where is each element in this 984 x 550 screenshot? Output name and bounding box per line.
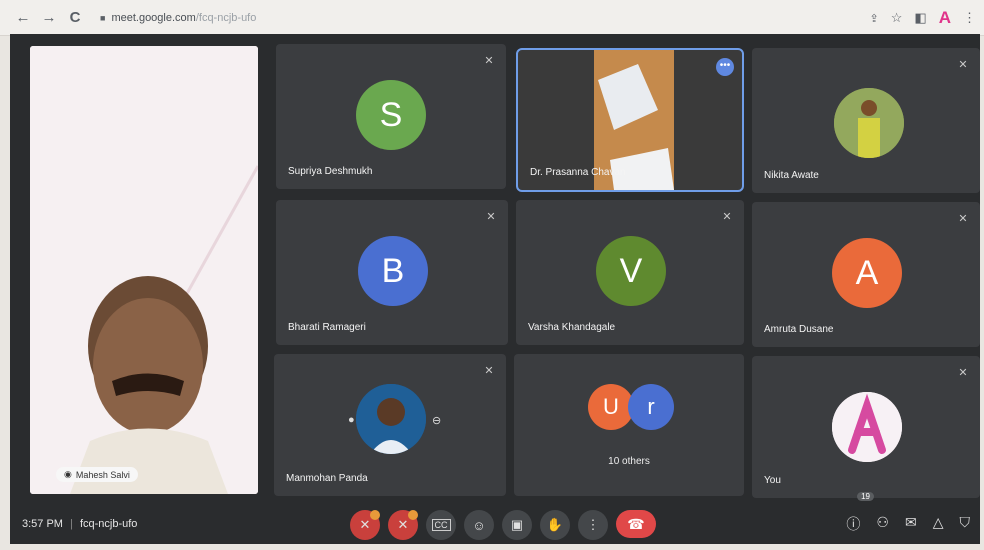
profile-icon[interactable]: A: [939, 8, 951, 28]
avatar: A: [832, 238, 902, 308]
participant-name: Dr. Prasanna Chavan: [530, 167, 626, 178]
meeting-control-bar: 3:57 PM | fcq-ncjb-ufo ✕ ✕ CC ☺ ▣ ✋ ⋮ ☎ …: [10, 492, 980, 544]
avatar-photo: [834, 88, 904, 158]
pin-icon: ◉: [64, 469, 72, 479]
browser-toolbar: ← → C ■ meet.google.com/fcq-ncjb-ufo ⇪ ☆…: [0, 0, 984, 36]
share-icon[interactable]: ⇪: [870, 12, 879, 25]
participant-tile[interactable]: ✕ S Supriya Deshmukh: [276, 44, 506, 189]
back-icon[interactable]: ←: [12, 7, 34, 29]
remove-icon[interactable]: ⊖: [432, 414, 441, 427]
participant-name: Supriya Deshmukh: [288, 166, 373, 177]
participant-count-badge: 19: [857, 492, 874, 501]
mute-icon[interactable]: ●: [348, 414, 355, 426]
activities-icon[interactable]: △: [933, 514, 944, 534]
leave-call-button[interactable]: ☎: [616, 510, 656, 538]
self-avatar: [832, 392, 902, 462]
avatar: B: [358, 236, 428, 306]
participant-tile[interactable]: ✕ B Bharati Ramageri: [276, 200, 508, 345]
others-count-label: 10 others: [608, 456, 650, 467]
reload-icon[interactable]: C: [64, 7, 86, 29]
panel-icon[interactable]: ◧: [914, 10, 926, 26]
others-tile[interactable]: U r 10 others: [514, 354, 744, 496]
people-icon[interactable]: ⚇: [876, 514, 889, 534]
url-path: /fcq-ncjb-ufo: [195, 11, 257, 24]
participant-tile[interactable]: ✕ Nikita Awate: [752, 48, 980, 193]
camera-off-icon: ✕: [397, 517, 409, 532]
avatar: r: [628, 384, 674, 430]
mic-off-icon: ✕: [484, 55, 494, 67]
meeting-time-and-code: 3:57 PM | fcq-ncjb-ufo: [22, 518, 138, 530]
star-icon[interactable]: ☆: [891, 10, 903, 26]
avatar: S: [356, 80, 426, 150]
participant-tile[interactable]: ✕ ● ⊖ Manmohan Panda: [274, 354, 506, 496]
photo-avatar: [834, 88, 904, 158]
lock-icon: ■: [100, 12, 106, 23]
participant-tile[interactable]: ✕ A Amruta Dusane: [752, 202, 980, 347]
raise-hand-button[interactable]: ✋: [540, 510, 570, 540]
info-icon[interactable]: ⓘ: [846, 514, 860, 534]
pinned-video-tile[interactable]: ● ◉ Mahesh Salvi: [30, 46, 258, 494]
emoji-icon: ☺: [472, 517, 486, 533]
pinned-name-chip: ◉ Mahesh Salvi: [56, 467, 138, 482]
captions-button[interactable]: CC: [426, 510, 456, 540]
cc-icon: CC: [431, 519, 451, 531]
profile-a-graphic: [832, 392, 902, 462]
forward-icon[interactable]: →: [38, 7, 60, 29]
avatar-photo: [356, 384, 426, 454]
participant-name: You: [764, 475, 781, 486]
more-options-icon[interactable]: •••: [716, 58, 734, 76]
avatar: V: [596, 236, 666, 306]
more-options-button[interactable]: ⋮: [578, 510, 608, 540]
mic-off-icon: ✕: [722, 211, 732, 223]
host-controls-icon[interactable]: ⛉: [960, 514, 971, 534]
raise-hand-icon: ✋: [546, 517, 564, 532]
participant-name: Nikita Awate: [764, 170, 819, 181]
address-bar[interactable]: ■ meet.google.com/fcq-ncjb-ufo: [100, 12, 256, 24]
mic-toggle-button[interactable]: ✕: [350, 510, 380, 540]
camera-toggle-button[interactable]: ✕: [388, 510, 418, 540]
mic-off-icon: ✕: [486, 211, 496, 223]
meet-stage: ● ◉ Mahesh Salvi ✕ S Supriya Deshmukh ••…: [10, 34, 980, 544]
present-icon: ▣: [510, 517, 524, 532]
url-host: meet.google.com: [111, 11, 196, 24]
participant-name: Manmohan Panda: [286, 473, 368, 484]
emoji-button[interactable]: ☺: [464, 510, 494, 540]
photo-avatar: [356, 384, 426, 454]
chat-icon[interactable]: ✉: [905, 514, 917, 534]
mic-off-icon: ✕: [958, 367, 968, 379]
hangup-icon: ☎: [627, 515, 645, 532]
mic-off-icon: ✕: [958, 59, 968, 71]
participant-name: Varsha Khandagale: [528, 322, 616, 333]
more-icon: ⋮: [586, 517, 600, 532]
menu-icon[interactable]: ⋮: [963, 10, 976, 26]
self-tile[interactable]: ✕ You: [752, 356, 980, 498]
mic-off-icon: ✕: [958, 213, 968, 225]
pinned-video-image: [30, 46, 258, 494]
participant-tile-active[interactable]: ••• Dr. Prasanna Chavan: [516, 48, 744, 192]
present-button[interactable]: ▣: [502, 510, 532, 540]
participant-name: Amruta Dusane: [764, 324, 834, 335]
mic-off-icon: ✕: [484, 365, 494, 377]
participant-tile[interactable]: ✕ V Varsha Khandagale: [516, 200, 744, 345]
mic-off-icon: ✕: [359, 517, 371, 532]
participant-name: Bharati Ramageri: [288, 322, 366, 333]
